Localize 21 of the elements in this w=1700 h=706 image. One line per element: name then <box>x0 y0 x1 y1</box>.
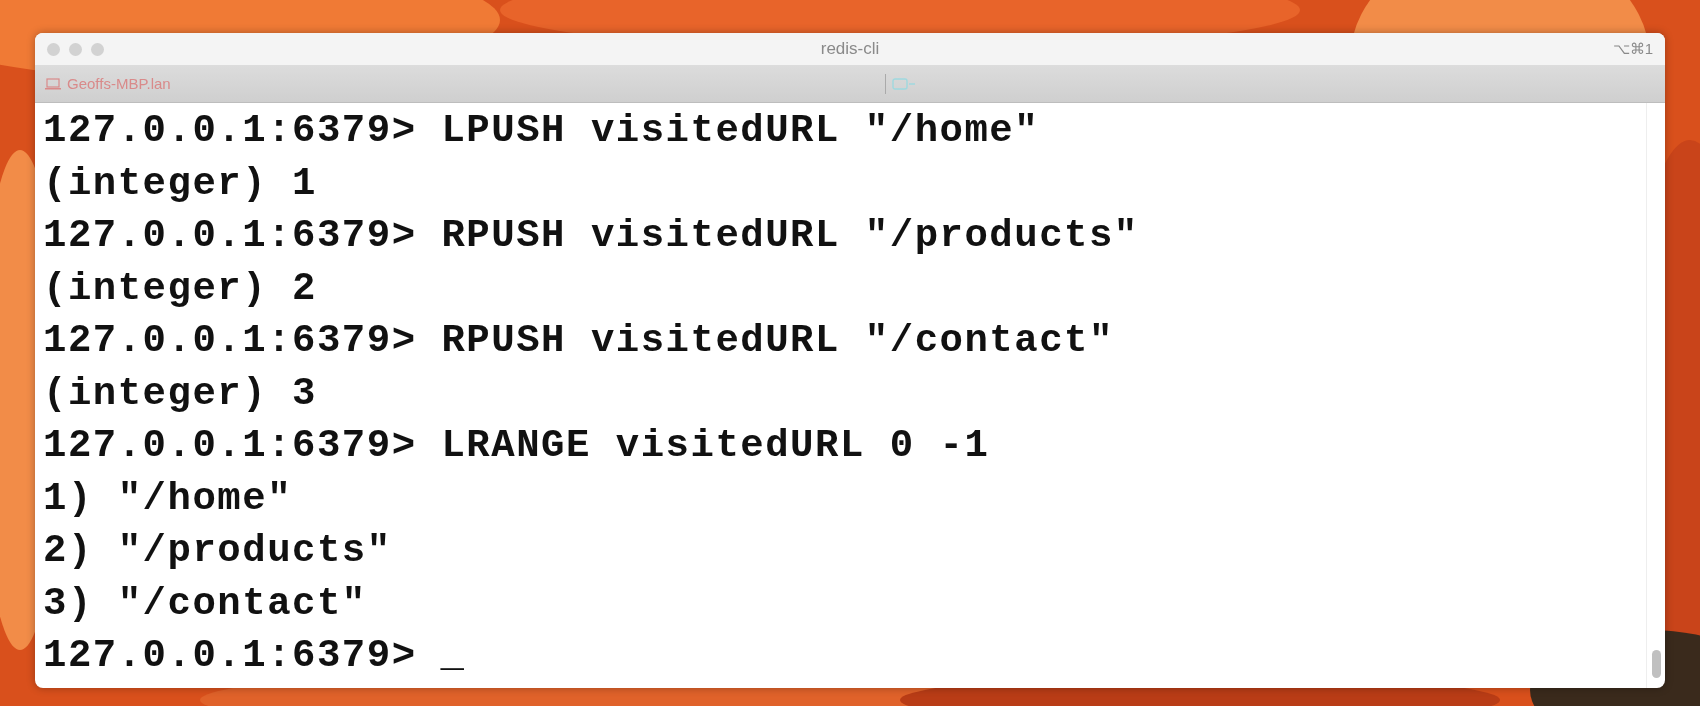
terminal-line: 127.0.0.1:6379> RPUSH visitedURL "/contact" <box>43 318 1115 365</box>
terminal-line: (integer) 2 <box>43 265 318 313</box>
prompt-text: 127.0.0.1:6379> <box>43 633 417 680</box>
scrollbar-thumb[interactable] <box>1651 650 1661 678</box>
terminal-line: 127.0.0.1:6379> LPUSH visitedURL "/home" <box>43 108 1041 155</box>
cursor: _ <box>440 633 466 680</box>
folder-icon[interactable] <box>892 77 916 90</box>
terminal-line: 127.0.0.1:6379> LRANGE visitedURL 0 -1 <box>43 423 991 470</box>
host-label: Geoffs-MBP.lan <box>67 75 171 92</box>
laptop-icon <box>45 77 61 90</box>
terminal-line: 2) "/products" <box>43 528 393 575</box>
terminal-line: 3) "/contact" <box>43 580 368 628</box>
window-title: redis-cli <box>820 39 880 59</box>
terminal-line: 1) "/home" <box>43 475 294 523</box>
shortcut-label: ⌥⌘1 <box>1612 40 1653 58</box>
terminal-line: (integer) 1 <box>43 160 318 208</box>
terminal-line: (integer) 3 <box>43 370 318 418</box>
close-button[interactable] <box>47 42 60 56</box>
minimize-button[interactable] <box>69 42 82 56</box>
terminal-line: 127.0.0.1:6379> RPUSH visitedURL "/products" <box>43 213 1140 260</box>
zoom-button[interactable] <box>91 42 104 56</box>
